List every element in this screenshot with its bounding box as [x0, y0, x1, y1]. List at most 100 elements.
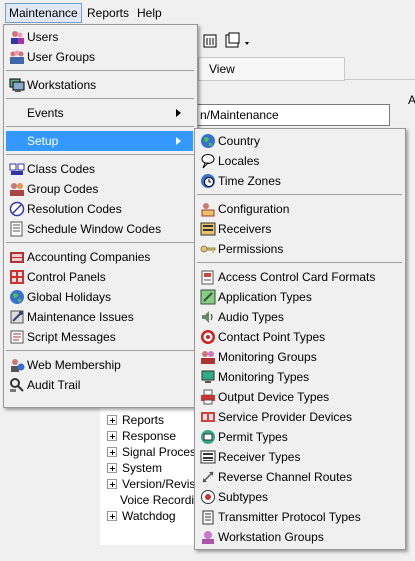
menu-item-label: Workstations	[27, 78, 97, 92]
menu-item-label: Setup	[27, 134, 59, 148]
menu-item-receivers[interactable]: Receivers	[195, 219, 405, 239]
menu-item-label: Service Provider Devices	[218, 410, 353, 424]
menu-separator	[197, 194, 402, 195]
menu-item-label: Configuration	[218, 202, 290, 216]
menu-item-workstation-groups[interactable]: Workstation Groups	[195, 527, 405, 547]
tree-item[interactable]: Reports	[107, 412, 164, 428]
menu-item-label: Access Control Card Formats	[218, 270, 376, 284]
menu-item-label: Group Codes	[27, 182, 99, 196]
menu-item-label: Country	[218, 134, 261, 148]
menu-item-label: Contact Point Types	[218, 330, 326, 344]
menu-item-label: Output Device Types	[218, 390, 330, 404]
maintenance-menu: Users User Groups Workstations Events Se…	[3, 24, 198, 408]
menu-item-configuration[interactable]: Configuration	[195, 199, 405, 219]
menu-item-label: Receivers	[218, 222, 272, 236]
menu-item-label: Permit Types	[218, 430, 288, 444]
menu-item-label: Control Panels	[27, 270, 106, 284]
menu-item-label: Monitoring Groups	[218, 350, 317, 364]
menu-item-web-membership[interactable]: Web Membership	[4, 355, 197, 375]
tree-item-label: System	[122, 461, 163, 475]
tab-view[interactable]: View	[198, 57, 345, 81]
menu-item-control-panels[interactable]: Control Panels	[4, 267, 197, 287]
menu-item-class-codes[interactable]: Class Codes	[4, 159, 197, 179]
menu-item-access-control-card-formats[interactable]: Access Control Card Formats	[195, 267, 405, 287]
menu-item-workstations[interactable]: Workstations	[4, 75, 197, 95]
expand-icon[interactable]	[107, 431, 117, 441]
menu-item-events[interactable]: Events	[4, 103, 197, 123]
menu-item-setup[interactable]: Setup	[6, 131, 193, 151]
target-icon	[200, 329, 216, 345]
printer-icon	[200, 389, 216, 405]
menu-item-receiver-types[interactable]: Receiver Types	[195, 447, 405, 467]
menu-item-locales[interactable]: Locales	[195, 151, 405, 171]
menu-item-resolution-codes[interactable]: Resolution Codes	[4, 199, 197, 219]
menu-item-audit-trail[interactable]: Audit Trail	[4, 375, 197, 395]
menu-item-label: Receiver Types	[218, 450, 301, 464]
menu-item-monitoring-types[interactable]: Monitoring Types	[195, 367, 405, 387]
menu-item-service-provider-devices[interactable]: Service Provider Devices	[195, 407, 405, 427]
menu-separator	[6, 126, 194, 127]
monitor-icon	[200, 369, 216, 385]
expand-icon[interactable]	[107, 511, 117, 521]
globe-icon	[9, 289, 25, 305]
menu-item-label: Users	[27, 30, 59, 44]
menu-item-transmitter-protocol-types[interactable]: Transmitter Protocol Types	[195, 507, 405, 527]
toolbar-copy-icon[interactable]	[200, 31, 222, 51]
menu-item-permissions[interactable]: Permissions	[195, 239, 405, 259]
users-icon	[9, 29, 25, 45]
path-input[interactable]: n/Maintenance	[196, 104, 390, 126]
expand-icon[interactable]	[107, 479, 117, 489]
menu-item-output-device-types[interactable]: Output Device Types	[195, 387, 405, 407]
transmitter-icon	[200, 509, 216, 525]
menu-item-user-groups[interactable]: User Groups	[4, 47, 197, 67]
menu-item-label: User Groups	[27, 50, 96, 64]
menu-item-monitoring-groups[interactable]: Monitoring Groups	[195, 347, 405, 367]
menu-item-accounting-companies[interactable]: Accounting Companies	[4, 247, 197, 267]
menu-separator	[197, 262, 402, 263]
menu-item-label: Class Codes	[27, 162, 96, 176]
menu-item-global-holidays[interactable]: Global Holidays	[4, 287, 197, 307]
tree-item[interactable]: Response	[107, 428, 176, 444]
menu-reports[interactable]: Reports	[84, 4, 132, 22]
menu-item-time-zones[interactable]: Time Zones	[195, 171, 405, 191]
menu-help[interactable]: Help	[134, 4, 165, 22]
tree-item[interactable]: Version/Revisio	[107, 476, 205, 492]
maintenance-issues-icon	[9, 309, 25, 325]
expand-icon[interactable]	[107, 415, 117, 425]
routes-icon	[200, 469, 216, 485]
menu-item-schedule-window-codes[interactable]: Schedule Window Codes	[4, 219, 197, 239]
menu-item-label: Global Holidays	[27, 290, 112, 304]
workstation-groups-icon	[200, 529, 216, 545]
menu-item-country[interactable]: Country	[195, 131, 405, 151]
control-panels-icon	[9, 269, 25, 285]
menu-item-group-codes[interactable]: Group Codes	[4, 179, 197, 199]
menu-item-reverse-channel-routes[interactable]: Reverse Channel Routes	[195, 467, 405, 487]
menu-item-contact-point-types[interactable]: Contact Point Types	[195, 327, 405, 347]
expand-icon[interactable]	[107, 447, 117, 457]
menu-item-users[interactable]: Users	[4, 27, 197, 47]
tree-item-label: Response	[122, 429, 177, 443]
menu-item-label: Reverse Channel Routes	[218, 470, 353, 484]
menu-item-audio-types[interactable]: Audio Types	[195, 307, 405, 327]
menu-item-application-types[interactable]: Application Types	[195, 287, 405, 307]
menu-item-label: Time Zones	[218, 174, 281, 188]
audit-trail-icon	[9, 377, 25, 393]
tab-strip	[344, 57, 415, 80]
submenu-arrow-icon	[176, 137, 181, 145]
menu-item-permit-types[interactable]: Permit Types	[195, 427, 405, 447]
menu-item-label: Subtypes	[218, 490, 269, 504]
menu-item-maintenance-issues[interactable]: Maintenance Issues	[4, 307, 197, 327]
menu-maintenance[interactable]: Maintenance	[5, 3, 82, 23]
resolution-codes-icon	[9, 201, 25, 217]
tree-item[interactable]: Watchdog	[107, 508, 176, 524]
menu-item-subtypes[interactable]: Subtypes	[195, 487, 405, 507]
toolbar-dropdown-icon[interactable]	[222, 31, 254, 51]
tree-item[interactable]: System	[107, 460, 162, 476]
workstations-icon	[9, 77, 25, 93]
tab-view-label: View	[209, 62, 235, 76]
card-icon	[200, 269, 216, 285]
monitoring-groups-icon	[200, 349, 216, 365]
menu-item-script-messages[interactable]: Script Messages	[4, 327, 197, 347]
expand-icon[interactable]	[107, 463, 117, 473]
menu-item-label: Web Membership	[27, 358, 121, 372]
